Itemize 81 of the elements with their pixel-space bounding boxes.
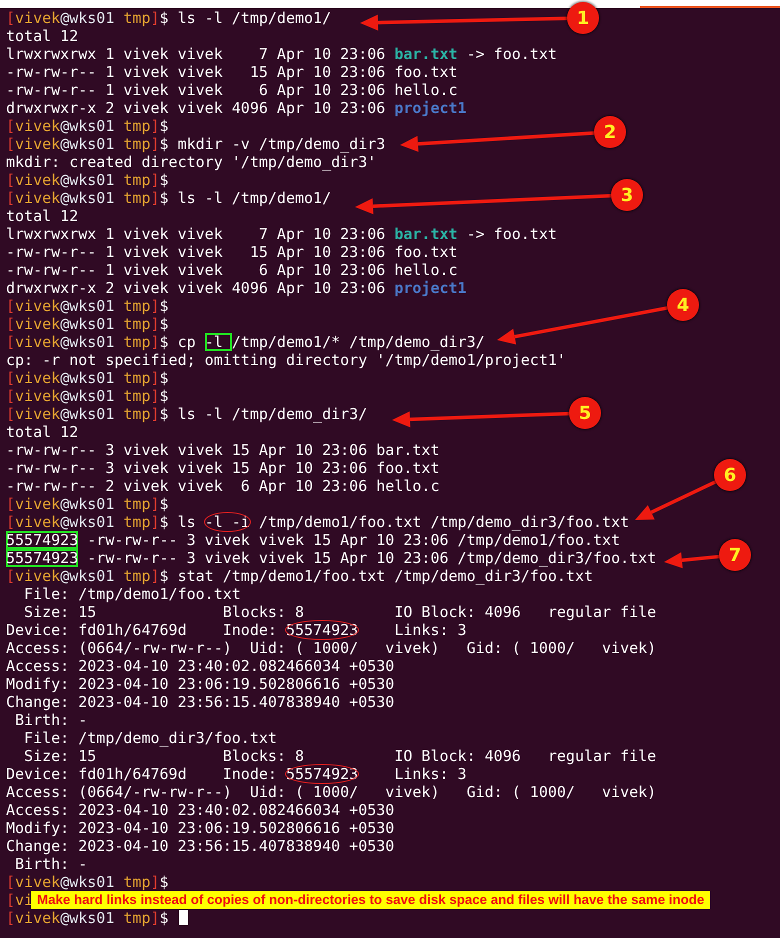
shell-prompt: [vivek@wks01 tmp]$: [6, 513, 169, 531]
shell-prompt: [vivek@wks01 tmp]$: [6, 567, 169, 585]
output-text: Device: fd01h/64769d Inode:: [6, 621, 278, 639]
command-text: stat /tmp/demo1/foo.txt /tmp/demo_dir3/foo.txt: [176, 567, 594, 585]
number-badge: 3: [611, 179, 643, 211]
command-text: /tmp/demo1/* /tmp/demo_dir3/: [232, 333, 485, 351]
output-text: Links: 3: [393, 765, 467, 783]
output-text: Access: (0664/-rw-rw-r--) Uid: ( 1000/ vivek) Gid: ( 1000/ vivek): [6, 639, 656, 657]
command-text: /tmp/demo1/foo.txt /tmp/demo_dir3/foo.txt: [258, 513, 630, 531]
shell-prompt: [vivek@wks01 tmp]$: [6, 387, 169, 405]
file-name: bar.txt: [394, 225, 458, 243]
caption-label: Make hard links instead of copies of non-directories to save disk space and files will have the same inode: [31, 891, 710, 909]
output-text: total 12: [6, 27, 78, 45]
command-text: ls: [176, 513, 197, 531]
output-text: Access: (0664/-rw-rw-r--) Uid: ( 1000/ vivek) Gid: ( 1000/ vivek): [6, 783, 656, 801]
shell-prompt: [vi: [6, 891, 34, 909]
shell-prompt: [vivek@wks01 tmp]$: [6, 297, 169, 315]
highlighted-text: -l: [204, 333, 232, 351]
command-text: ls -l /tmp/demo1/: [176, 9, 332, 27]
highlighted-text: 55574923: [286, 621, 358, 639]
output-text: -rw-rw-r-- 1 vivek vivek 6 Apr 10 23:06 hello.c: [6, 261, 458, 279]
number-badge: 1: [567, 2, 599, 34]
number-badge: 5: [569, 397, 601, 429]
output-text: File: /tmp/demo_dir3/foo.txt: [23, 729, 277, 747]
output-text: drwxrwxr-x 2 vivek vivek 4096 Apr 10 23:06: [6, 99, 386, 117]
output-text: Access: 2023-04-10 23:40:02.082466034 +0530: [6, 657, 394, 675]
output-text: lrwxrwxrwx 1 vivek vivek 7 Apr 10 23:06: [6, 45, 386, 63]
shell-prompt: [vivek@wks01 tmp]$: [6, 495, 169, 513]
shell-prompt: [vivek@wks01 tmp]$: [6, 333, 169, 351]
output-text: -rw-rw-r-- 3 vivek vivek 15 Apr 10 23:06 bar.txt: [6, 441, 440, 459]
output-text: Links: 3: [393, 621, 467, 639]
command-text: ls -l /tmp/demo_dir3/: [176, 405, 368, 423]
file-name: project1: [394, 99, 467, 117]
output-text: -rw-rw-r-- 1 vivek vivek 15 Apr 10 23:06 foo.txt: [6, 63, 458, 81]
output-text: -rw-rw-r-- 1 vivek vivek 6 Apr 10 23:06 hello.c: [6, 81, 458, 99]
output-text: total 12: [6, 207, 78, 225]
command-text: ls -l /tmp/demo1/: [176, 189, 332, 207]
output-text: Modify: 2023-04-10 23:06:19.502806616 +0530: [6, 675, 394, 693]
shell-prompt: [vivek@wks01 tmp]$: [6, 9, 169, 27]
file-name: project1: [394, 279, 467, 297]
output-text: Modify: 2023-04-10 23:06:19.502806616 +0530: [6, 819, 394, 837]
shell-prompt: [vivek@wks01 tmp]$: [6, 873, 169, 891]
output-text: Birth: -: [14, 711, 88, 729]
output-text: Access: 2023-04-10 23:40:02.082466034 +0530: [6, 801, 394, 819]
output-text: -> foo.txt: [466, 225, 557, 243]
output-text: Size: 15 Blocks: 8 IO Block: 4096 regular file: [23, 747, 656, 765]
shell-prompt: [vivek@wks01 tmp]$: [6, 135, 169, 153]
number-badge: 4: [667, 289, 699, 321]
output-text: -rw-rw-r-- 2 vivek vivek 6 Apr 10 23:06 hello.c: [6, 477, 440, 495]
output-text: lrwxrwxrwx 1 vivek vivek 7 Apr 10 23:06: [6, 225, 386, 243]
output-text: Change: 2023-04-10 23:56:15.407838940 +0530: [6, 693, 394, 711]
output-text: -rw-rw-r-- 3 vivek vivek 15 Apr 10 23:06 /tmp/demo_dir3/foo.txt: [86, 549, 656, 567]
output-text: -> foo.txt: [466, 45, 557, 63]
output-text: -rw-rw-r-- 3 vivek vivek 15 Apr 10 23:06 foo.txt: [6, 459, 440, 477]
shell-prompt: [vivek@wks01 tmp]$: [6, 909, 169, 927]
shell-prompt: [vivek@wks01 tmp]$: [6, 405, 169, 423]
shell-prompt: [vivek@wks01 tmp]$: [6, 171, 169, 189]
output-text: Size: 15 Blocks: 8 IO Block: 4096 regular file: [23, 603, 656, 621]
output-text: File: /tmp/demo1/foo.txt: [23, 585, 241, 603]
output-text: cp: -r not specified; omitting directory '/tmp/demo1/project1': [6, 351, 566, 369]
shell-prompt: [vivek@wks01 tmp]$: [6, 117, 169, 135]
highlighted-text: 55574923: [286, 765, 358, 783]
command-text: cp: [176, 333, 197, 351]
callout-arrow: [664, 552, 720, 568]
output-text: Change: 2023-04-10 23:56:15.407838940 +0530: [6, 837, 394, 855]
number-badge: 6: [714, 459, 746, 491]
output-text: -rw-rw-r-- 1 vivek vivek 15 Apr 10 23:06 foo.txt: [6, 243, 458, 261]
highlighted-text: -l -i: [204, 513, 250, 531]
shell-prompt: [vivek@wks01 tmp]$: [6, 189, 169, 207]
output-text: drwxrwxr-x 2 vivek vivek 4096 Apr 10 23:06: [6, 279, 386, 297]
command-text: mkdir -v /tmp/demo_dir3: [176, 135, 386, 153]
file-name: bar.txt: [394, 45, 458, 63]
output-text: total 12: [6, 423, 78, 441]
shell-prompt: [vivek@wks01 tmp]$: [6, 369, 169, 387]
output-text: Device: fd01h/64769d Inode:: [6, 765, 278, 783]
output-text: Birth: -: [14, 855, 88, 873]
number-badge: 2: [594, 116, 626, 148]
output-text: -rw-rw-r-- 3 vivek vivek 15 Apr 10 23:06 /tmp/demo1/foo.txt: [86, 531, 620, 549]
number-badge: 7: [719, 539, 751, 571]
shell-prompt: [vivek@wks01 tmp]$: [6, 315, 169, 333]
output-text: mkdir: created directory '/tmp/demo_dir3': [6, 153, 376, 171]
